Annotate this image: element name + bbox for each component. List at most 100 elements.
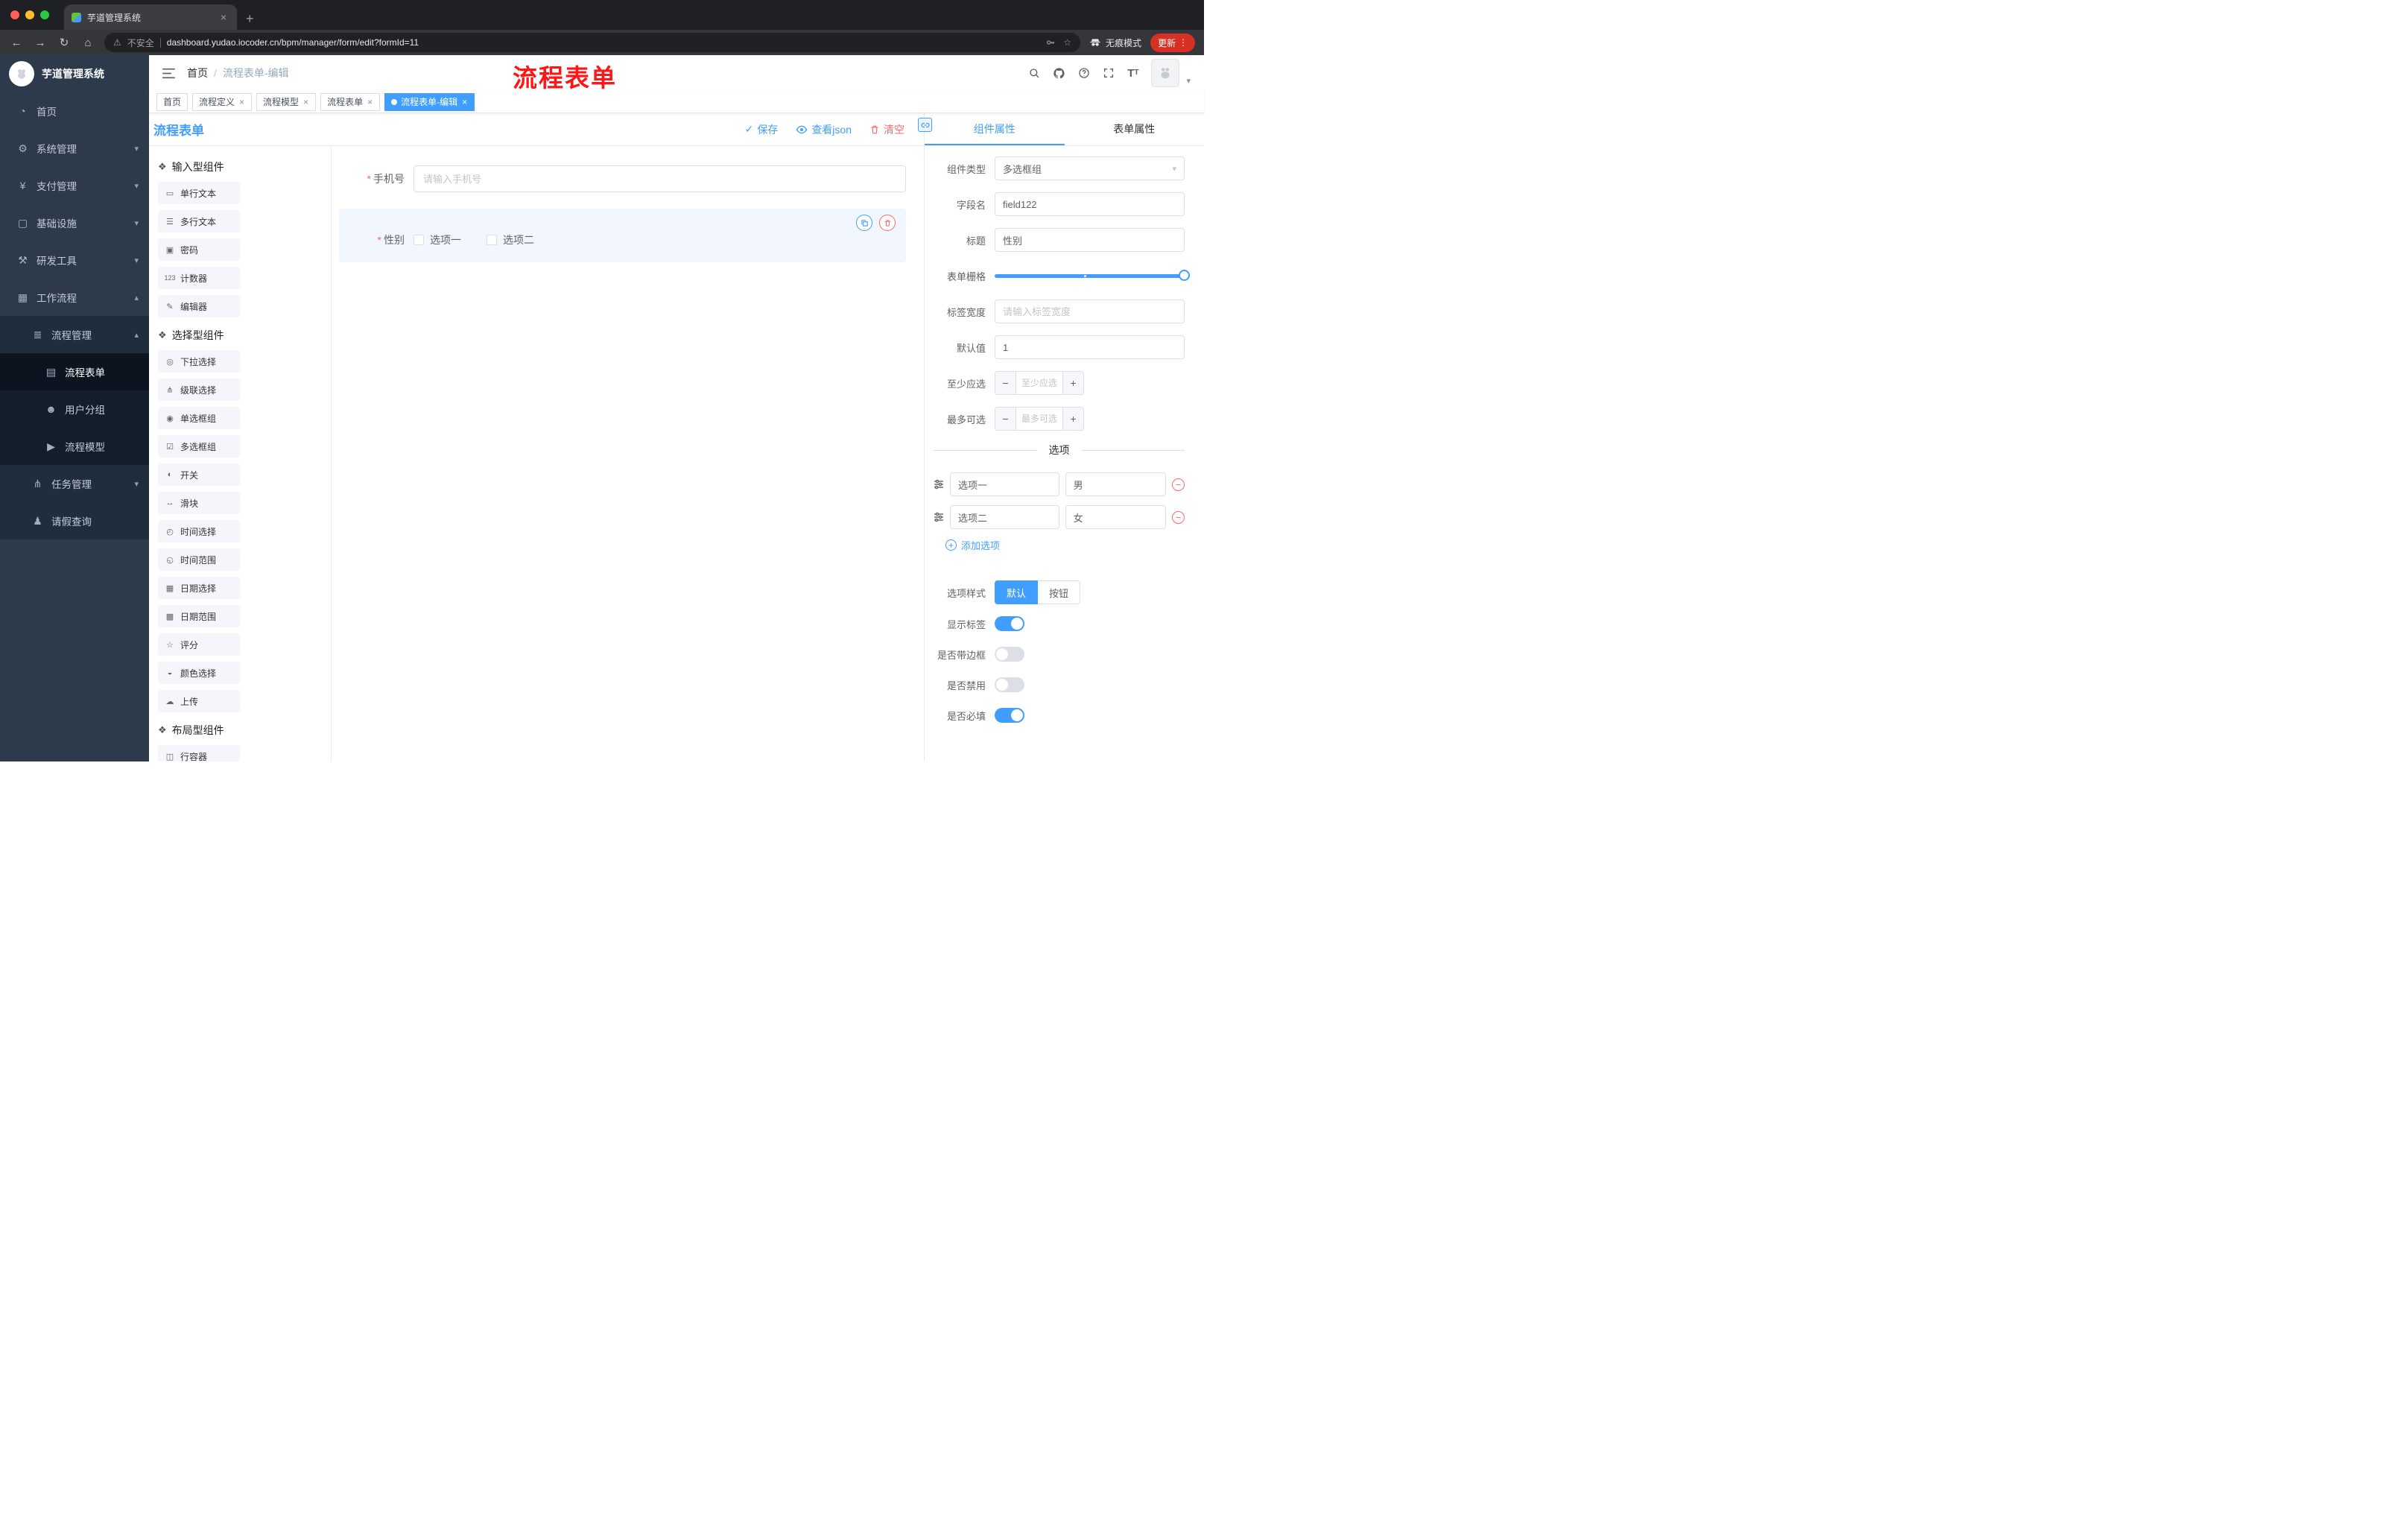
option-style-button-button[interactable]: 按钮	[1038, 580, 1081, 604]
palette-item-date-range[interactable]: ▩ 日期范围	[158, 605, 240, 627]
new-tab-button[interactable]: +	[243, 11, 257, 27]
tag-close-icon[interactable]: ×	[302, 97, 309, 107]
tag-process-form-edit[interactable]: 流程表单-编辑 ×	[384, 92, 475, 111]
url-text[interactable]: dashboard.yudao.iocoder.cn/bpm/manager/f…	[167, 37, 1039, 48]
github-icon[interactable]	[1053, 67, 1065, 80]
max-select-input[interactable]	[1016, 408, 1062, 430]
label-width-input[interactable]	[995, 300, 1185, 323]
avatar-caret-icon[interactable]: ▾	[1186, 76, 1191, 87]
view-json-button[interactable]: 查看json	[796, 122, 852, 137]
font-size-icon[interactable]: TT	[1127, 68, 1138, 79]
minus-icon[interactable]: −	[995, 408, 1016, 430]
sidebar-item-devtools[interactable]: ⚒ 研发工具 ▾	[0, 241, 149, 279]
link-icon[interactable]	[918, 118, 932, 132]
close-window-button[interactable]	[10, 10, 19, 19]
remove-option-icon[interactable]: −	[1172, 510, 1185, 524]
required-toggle[interactable]	[995, 708, 1024, 723]
palette-item-editor[interactable]: ✎ 编辑器	[158, 295, 240, 317]
palette-item-counter[interactable]: 123 计数器	[158, 267, 240, 289]
slider-handle[interactable]	[1179, 269, 1190, 281]
default-value-input[interactable]	[995, 335, 1185, 359]
sidebar-item-process-form[interactable]: ▤ 流程表单	[0, 353, 149, 390]
remove-option-icon[interactable]: −	[1172, 478, 1185, 491]
phone-input[interactable]	[414, 165, 906, 192]
fullscreen-icon[interactable]	[1103, 67, 1115, 79]
breadcrumb-home[interactable]: 首页	[187, 66, 208, 80]
search-icon[interactable]	[1028, 67, 1040, 79]
sidebar-item-user-group[interactable]: ☻ 用户分组	[0, 390, 149, 428]
back-icon[interactable]: ←	[9, 37, 24, 49]
key-icon[interactable]	[1045, 37, 1056, 48]
palette-item-switch[interactable]: ◐ 开关	[158, 463, 240, 486]
with-border-toggle[interactable]	[995, 647, 1024, 662]
drag-handle-icon[interactable]	[934, 512, 944, 522]
tag-close-icon[interactable]: ×	[367, 97, 373, 107]
palette-item-date-picker[interactable]: ▦ 日期选择	[158, 577, 240, 599]
option-label-input[interactable]	[950, 505, 1059, 529]
plus-icon[interactable]: +	[1062, 408, 1083, 430]
component-type-select[interactable]: 多选框组 ▾	[995, 156, 1185, 180]
bookmark-star-icon[interactable]: ☆	[1063, 37, 1071, 48]
disabled-toggle[interactable]	[995, 677, 1024, 692]
gender-option-2-checkbox[interactable]: 选项二	[487, 232, 534, 247]
not-secure-icon[interactable]: ⚠	[113, 37, 121, 48]
forward-icon[interactable]: →	[33, 37, 48, 49]
option-label-input[interactable]	[950, 472, 1059, 496]
palette-item-checkbox-group[interactable]: ☑ 多选框组	[158, 435, 240, 457]
tag-home[interactable]: 首页	[156, 92, 188, 111]
sidebar-item-payment[interactable]: ¥ 支付管理 ▾	[0, 167, 149, 204]
slider-track[interactable]	[995, 269, 1190, 281]
gender-option-1-checkbox[interactable]: 选项一	[414, 232, 461, 247]
option-value-input[interactable]	[1065, 505, 1166, 529]
min-select-input[interactable]	[1016, 372, 1062, 394]
reload-icon[interactable]: ↻	[57, 36, 72, 49]
avatar[interactable]	[1151, 59, 1180, 87]
option-style-default-button[interactable]: 默认	[995, 580, 1039, 604]
hamburger-icon[interactable]	[162, 68, 175, 79]
palette-item-radio-group[interactable]: ◉ 单选框组	[158, 407, 240, 429]
sidebar-item-workflow[interactable]: ▦ 工作流程 ▴	[0, 279, 149, 316]
maximize-window-button[interactable]	[40, 10, 49, 19]
option-value-input[interactable]	[1065, 472, 1166, 496]
field-name-input[interactable]	[995, 192, 1185, 216]
save-button[interactable]: ✓ 保存	[745, 122, 779, 137]
palette-item-upload[interactable]: ☁ 上传	[158, 690, 240, 712]
browser-menu-icon[interactable]: ⋮	[1179, 37, 1188, 48]
copy-widget-button[interactable]	[856, 215, 872, 231]
window-controls[interactable]	[10, 10, 49, 19]
sidebar-item-leave-query[interactable]: ♟ 请假查询	[0, 502, 149, 539]
tag-process-model[interactable]: 流程模型 ×	[256, 92, 317, 111]
browser-home-icon[interactable]: ⌂	[80, 37, 95, 49]
tag-close-icon[interactable]: ×	[461, 97, 468, 107]
max-select-stepper[interactable]: − +	[995, 407, 1084, 431]
palette-item-time-picker[interactable]: ◴ 时间选择	[158, 520, 240, 542]
drag-handle-icon[interactable]	[934, 479, 944, 490]
clear-button[interactable]: 清空	[869, 122, 904, 137]
add-option-button[interactable]: + 添加选项	[945, 538, 1185, 552]
tab-close-icon[interactable]: ×	[218, 11, 229, 23]
min-select-stepper[interactable]: − +	[995, 371, 1084, 395]
tag-process-form[interactable]: 流程表单 ×	[320, 92, 381, 111]
tab-form-props[interactable]: 表单属性	[1065, 113, 1205, 145]
canvas-field-phone[interactable]: 手机号	[339, 165, 906, 192]
palette-item-color-picker[interactable]: ◒ 颜色选择	[158, 662, 240, 684]
show-label-toggle[interactable]	[995, 616, 1024, 631]
tag-close-icon[interactable]: ×	[238, 97, 245, 107]
tag-process-definition[interactable]: 流程定义 ×	[192, 92, 253, 111]
palette-item-password[interactable]: ▣ 密码	[158, 238, 240, 261]
browser-tab[interactable]: 芋道管理系统 ×	[64, 4, 237, 30]
sidebar-item-system[interactable]: ⚙ 系统管理 ▾	[0, 130, 149, 167]
browser-update-button[interactable]: 更新 ⋮	[1150, 33, 1195, 52]
palette-item-select[interactable]: ◎ 下拉选择	[158, 350, 240, 373]
palette-item-slider[interactable]: ↔ 滑块	[158, 492, 240, 514]
form-canvas[interactable]: 手机号	[332, 146, 924, 762]
plus-icon[interactable]: +	[1062, 372, 1083, 394]
tab-component-props[interactable]: 组件属性	[925, 113, 1065, 145]
minimize-window-button[interactable]	[25, 10, 34, 19]
sidebar-item-task-management[interactable]: ⋔ 任务管理 ▾	[0, 465, 149, 502]
address-bar[interactable]: ⚠ 不安全 dashboard.yudao.iocoder.cn/bpm/man…	[104, 33, 1080, 52]
sidebar-item-process-model[interactable]: ▶ 流程模型	[0, 428, 149, 465]
sidebar-item-process-management[interactable]: ≣ 流程管理 ▴	[0, 316, 149, 353]
palette-item-multiline-text[interactable]: ☰ 多行文本	[158, 210, 240, 232]
title-input[interactable]	[995, 228, 1185, 252]
